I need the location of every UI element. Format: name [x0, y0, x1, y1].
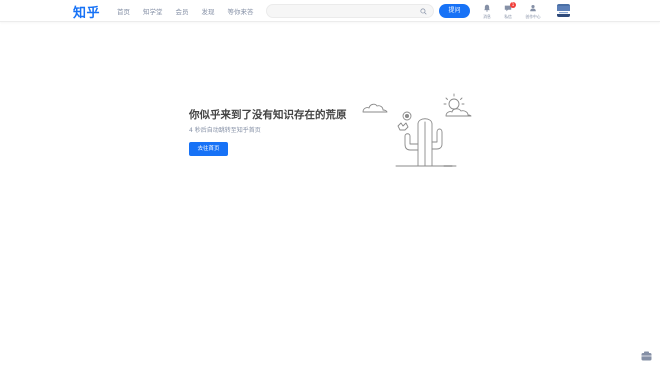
- messages-button[interactable]: 1 私信: [497, 2, 519, 20]
- redirect-countdown-text: 4 秒后自动跳转至知乎首页: [189, 127, 261, 134]
- nav-home[interactable]: 首页: [117, 6, 130, 16]
- main-nav: 首页 知学堂 会员 发现 等你来答: [117, 0, 267, 22]
- notifications-button[interactable]: 消息: [476, 4, 498, 20]
- go-home-button[interactable]: 去往首页: [189, 142, 228, 156]
- nav-zhixuetang[interactable]: 知学堂: [143, 6, 163, 16]
- user-avatar[interactable]: [557, 4, 570, 17]
- desert-cactus-illustration: [362, 93, 472, 167]
- search-icon[interactable]: [420, 8, 427, 15]
- message-count-badge: 1: [510, 2, 516, 8]
- messages-label: 私信: [504, 14, 512, 19]
- avatar-image: [557, 6, 570, 17]
- search-input[interactable]: [275, 6, 415, 17]
- notifications-label: 消息: [483, 14, 491, 19]
- creator-icon: [530, 4, 536, 12]
- cloud-right-icon: [445, 108, 472, 117]
- nav-membership[interactable]: 会员: [176, 6, 189, 16]
- sun-icon: [443, 93, 465, 110]
- floating-tool-icon[interactable]: [641, 351, 652, 361]
- search-box: [266, 4, 434, 18]
- error-title: 你似乎来到了没有知识存在的荒原: [189, 109, 347, 121]
- creator-center-label: 创作中心: [525, 14, 541, 19]
- creator-center-button[interactable]: 创作中心: [522, 4, 544, 20]
- nav-discover[interactable]: 发现: [202, 6, 215, 16]
- ask-question-button[interactable]: 提问: [439, 4, 470, 18]
- cloud-left-icon: [362, 103, 388, 113]
- nav-waiting-answers[interactable]: 等你来答: [228, 6, 254, 16]
- top-navigation-bar: 知乎 首页 知学堂 会员 发现 等你来答 提问 消息 1 私信 创作中心: [0, 0, 660, 22]
- zhihu-logo[interactable]: 知乎: [73, 2, 100, 21]
- bell-icon: [484, 4, 490, 12]
